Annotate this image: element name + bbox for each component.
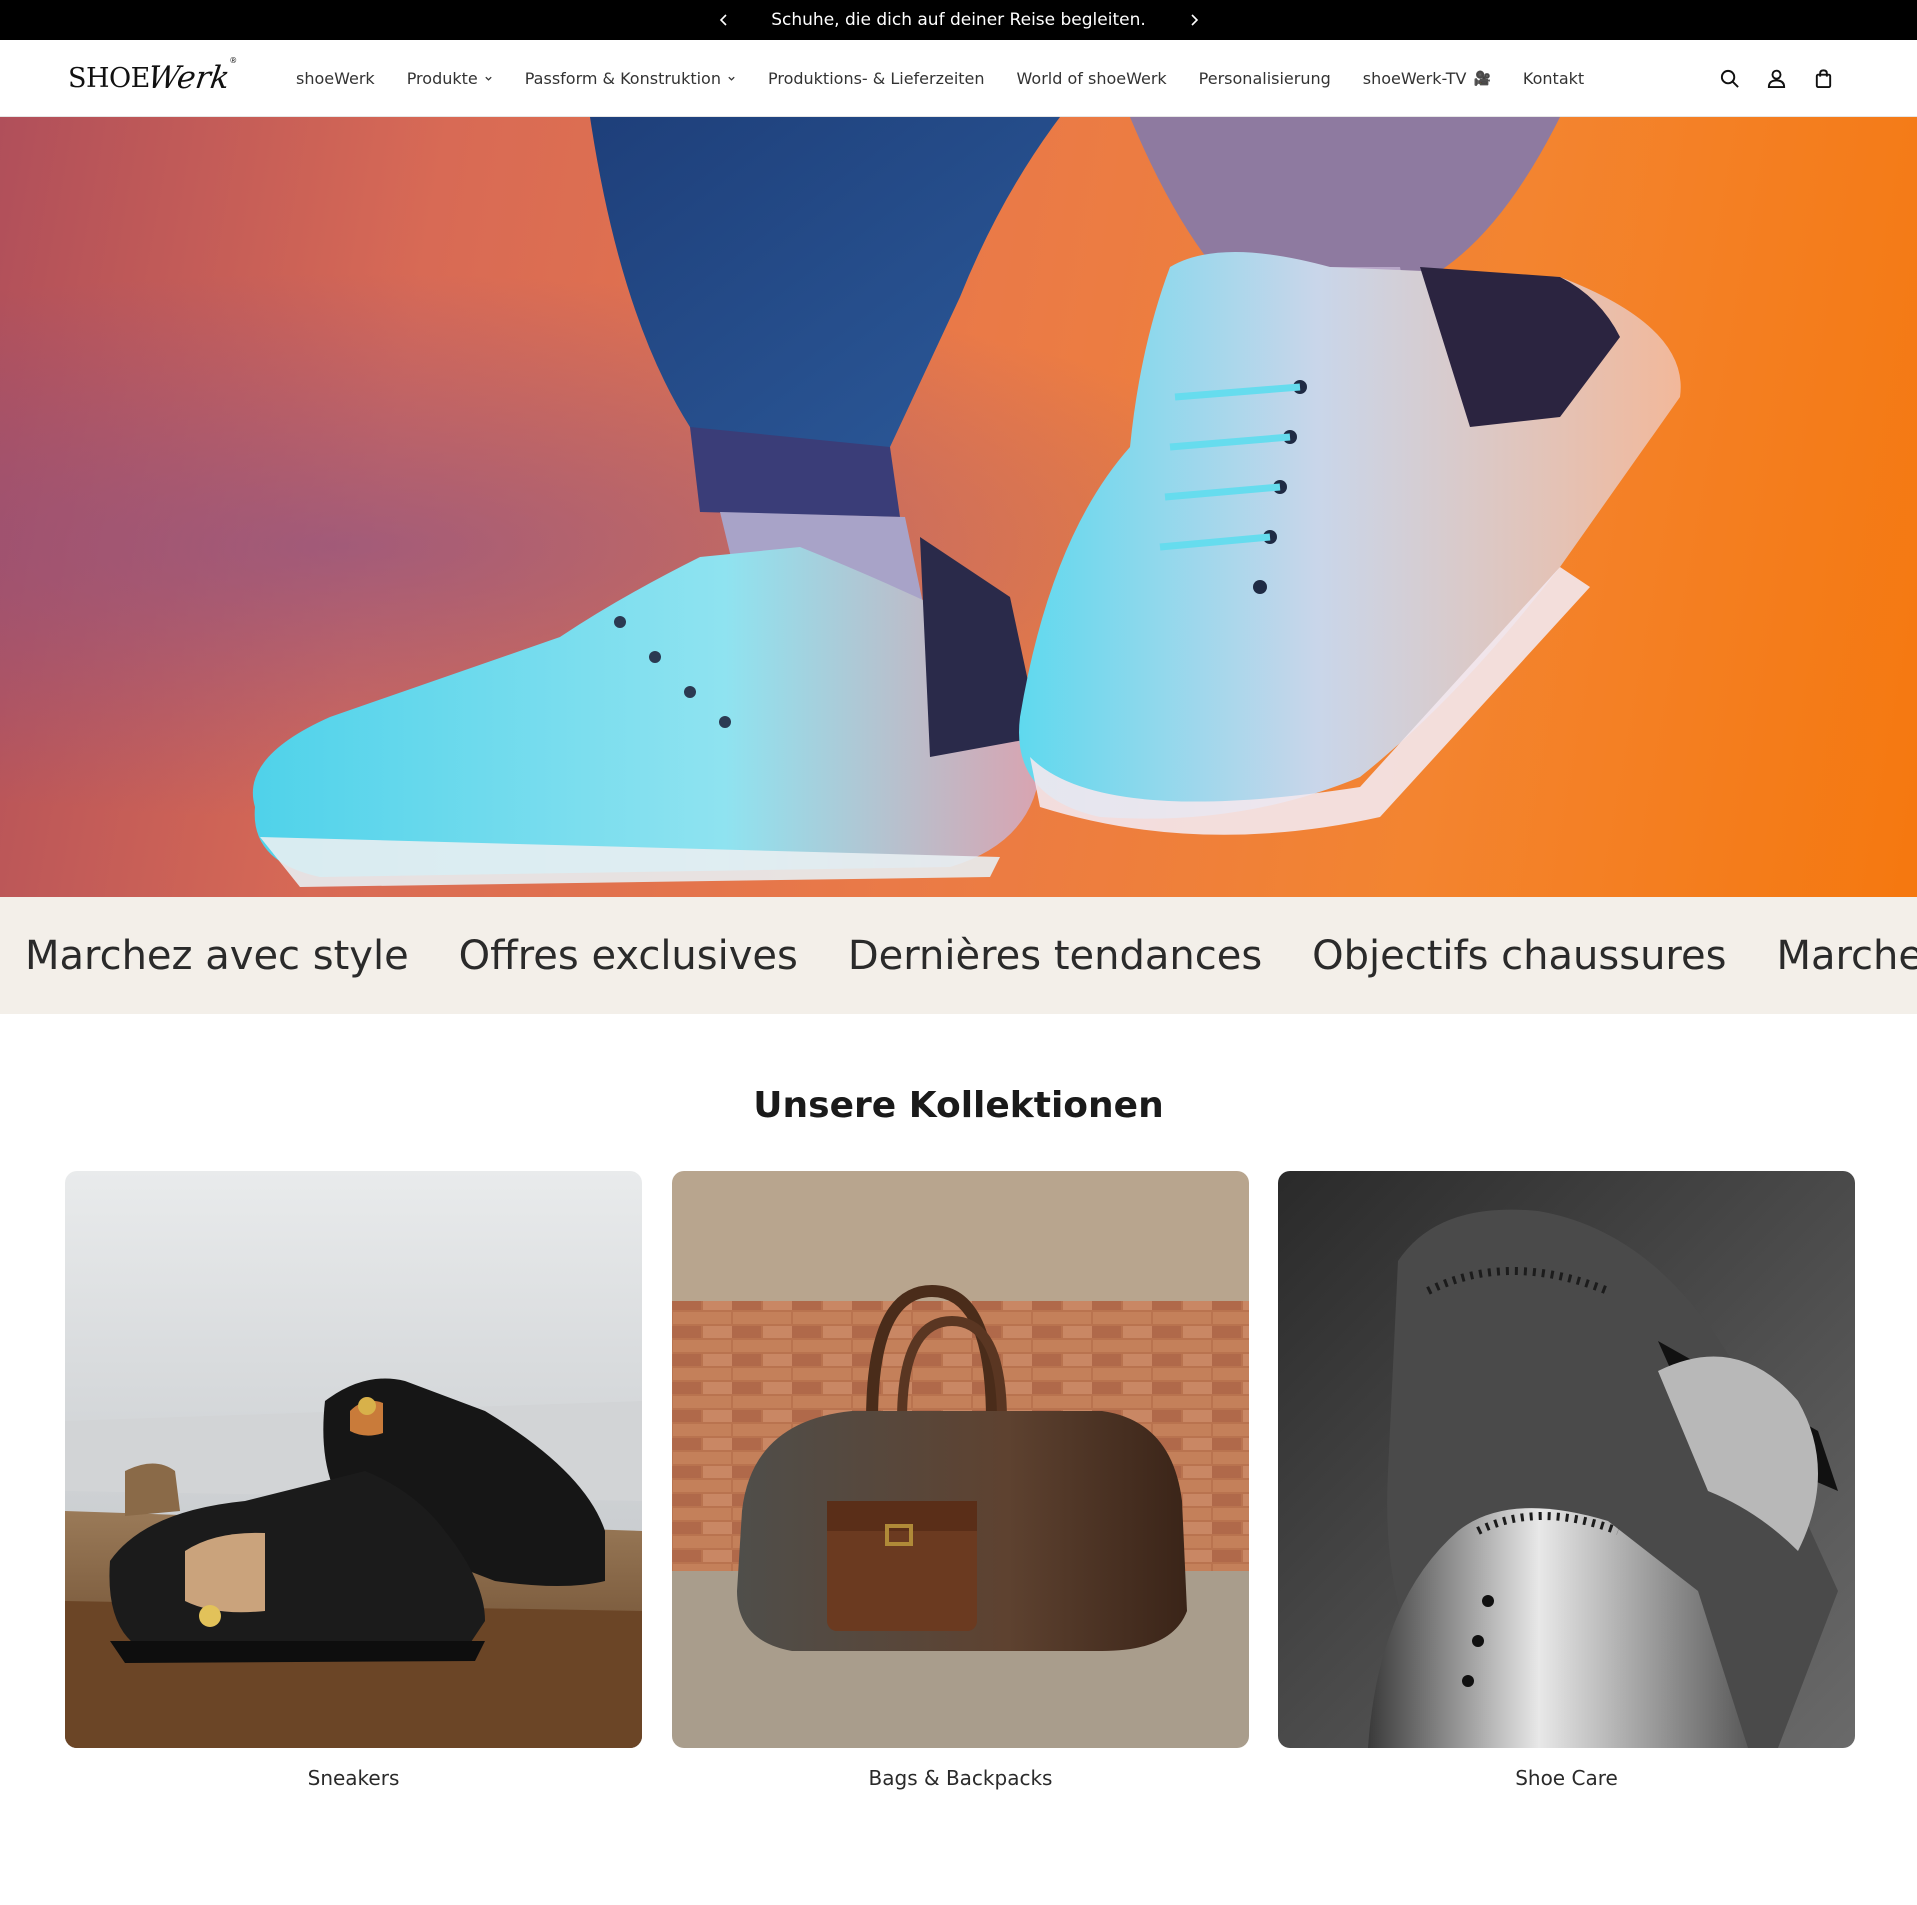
marquee-item: Marchez avec style [25,932,409,979]
marquee-item: Offres exclusives [458,932,798,979]
chevron-left-icon [719,14,727,26]
logo[interactable]: SHOE Werk ® [68,54,237,102]
logo-wordmark: SHOE [68,62,150,94]
site-header: SHOE Werk ® shoeWerk Produkte Passform &… [0,40,1917,117]
hero-sneakers-image [252,117,1681,887]
collection-card-shoe-care[interactable]: Shoe Care [1278,1171,1855,1790]
nav-item-world[interactable]: World of shoeWerk [1017,69,1167,88]
marquee-item: Objectifs chaussures [1312,932,1727,979]
bag-photo [672,1171,1249,1748]
nav-item-label: shoeWerk [296,69,375,88]
collection-image[interactable] [65,1171,642,1748]
announcement-text: Schuhe, die dich auf deiner Reise beglei… [771,10,1146,30]
collection-label[interactable]: Shoe Care [1278,1766,1855,1790]
nav-item-label: Produkte [406,69,478,88]
collection-card-bags[interactable]: Bags & Backpacks [672,1171,1249,1790]
collection-card-sneakers[interactable]: Sneakers [65,1171,642,1790]
account-icon [1767,69,1785,89]
collection-label[interactable]: Bags & Backpacks [672,1766,1249,1790]
nav-item-kontakt[interactable]: Kontakt [1523,69,1584,88]
hero-banner[interactable] [0,117,1917,897]
search-button[interactable] [1715,65,1743,93]
nav-item-label: Personalisierung [1198,69,1331,88]
cart-button[interactable] [1809,65,1837,93]
sneakers-photo [65,1171,642,1748]
chevron-down-icon [485,76,492,81]
marquee-item: Dernières tendances [847,932,1263,979]
announcement-next-button[interactable] [1179,5,1209,35]
header-icons [1696,40,1837,117]
collections-title: Unsere Kollektionen [753,1085,1164,1126]
marquee-track: Marchez avec style Offres exclusives Der… [25,897,1917,1014]
nav-item-lieferzeiten[interactable]: Produktions- & Lieferzeiten [768,69,985,88]
nav-item-label: Passform & Konstruktion [524,69,721,88]
nav-item-personalisierung[interactable]: Personalisierung [1199,69,1331,88]
nav-item-label: shoeWerk-TV [1362,69,1467,88]
nav-item-shoewerk-tv[interactable]: shoeWerk-TV 🎥 [1363,69,1491,88]
search-icon [1720,69,1739,88]
announcement-prev-button[interactable] [709,5,739,35]
marquee-item: Marchez avec style [1776,932,1917,979]
video-camera-icon: 🎥 [1473,70,1491,87]
logo-script: Werk [145,60,232,96]
main-nav: shoeWerk Produkte Passform & Konstruktio… [296,40,1616,117]
nav-item-label: Produktions- & Lieferzeiten [767,69,985,88]
chevron-down-icon [728,76,735,81]
nav-item-label: Kontakt [1522,69,1585,88]
nav-item-label: World of shoeWerk [1016,69,1167,88]
nav-item-shoewerk[interactable]: shoeWerk [296,69,375,88]
announcement-bar: Schuhe, die dich auf deiner Reise beglei… [0,0,1917,40]
account-button[interactable] [1762,65,1790,93]
nav-item-passform[interactable]: Passform & Konstruktion [525,69,736,88]
collection-label[interactable]: Sneakers [65,1766,642,1790]
cart-icon [1815,69,1831,89]
nav-item-produkte[interactable]: Produkte [407,69,493,88]
collection-image[interactable] [672,1171,1249,1748]
marquee-strip: Marchez avec style Offres exclusives Der… [0,897,1917,1014]
collection-image[interactable] [1278,1171,1855,1748]
shoe-care-photo [1278,1171,1855,1748]
chevron-right-icon [1190,14,1198,26]
